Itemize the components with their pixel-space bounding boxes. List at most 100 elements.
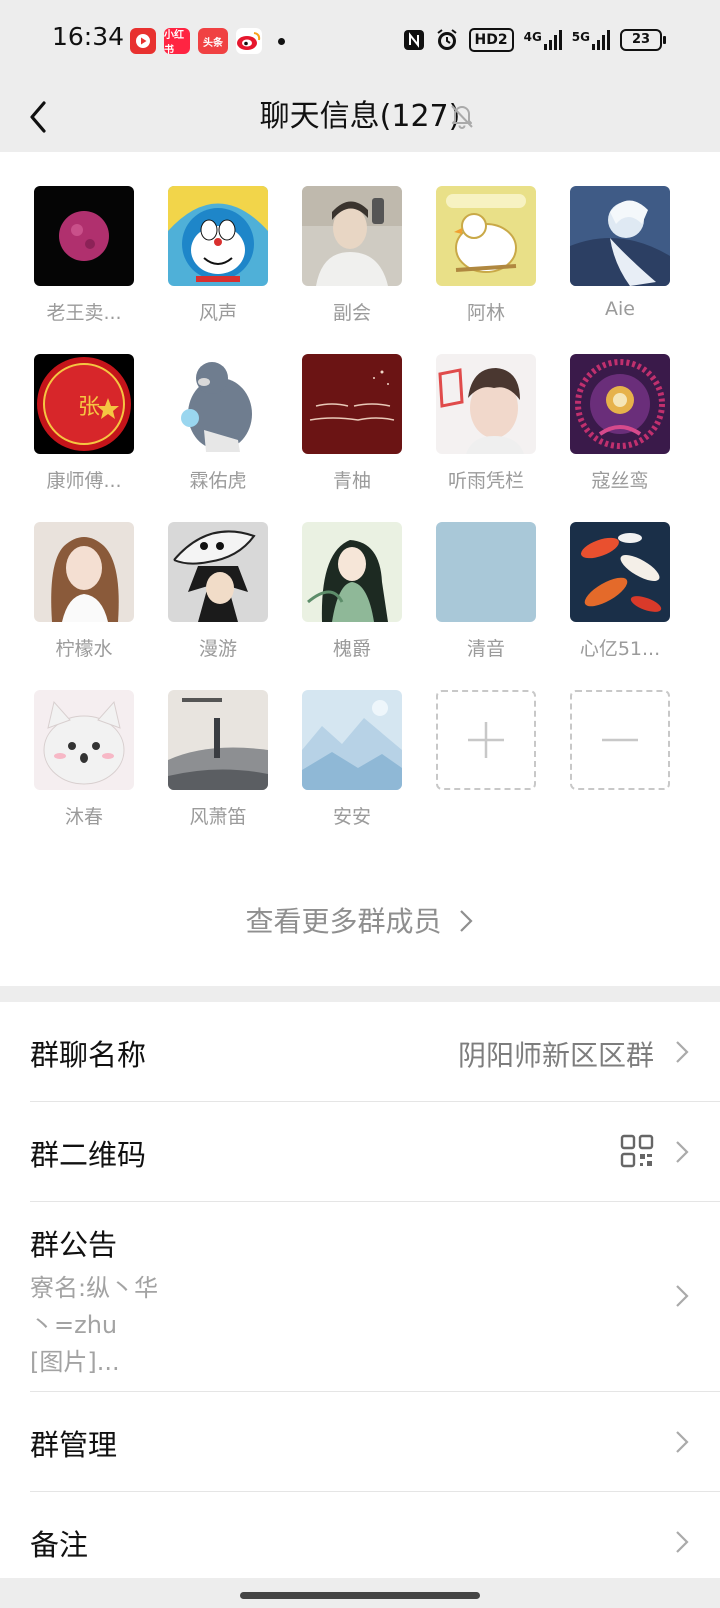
- member-avatar: [302, 690, 402, 790]
- battery-icon: 23: [620, 29, 666, 51]
- group-notice-content: 寮名:纵丶华 丶=zhu [图片]...: [30, 1270, 158, 1381]
- member-item[interactable]: 风萧笛: [158, 690, 278, 829]
- member-item[interactable]: 张 康师傅...: [24, 354, 144, 493]
- status-app-icons: 小红书 头条: [130, 28, 285, 56]
- member-section: 老王卖... 风声 副会 阿林 Aie 张 康师傅... 霖佑虎 青柚 听雨凭栏…: [0, 152, 720, 986]
- member-avatar: [302, 522, 402, 622]
- member-name: 安安: [332, 806, 371, 828]
- member-item[interactable]: Aie: [560, 186, 680, 320]
- chevron-right-icon: [676, 1041, 689, 1063]
- group-manage-row[interactable]: 群管理: [0, 1392, 720, 1492]
- member-item[interactable]: 清音: [426, 522, 546, 661]
- view-more-members[interactable]: 查看更多群成员: [0, 900, 720, 940]
- alarm-icon: [436, 29, 457, 50]
- member-avatar: [436, 354, 536, 454]
- notice-line: 寮名:纵丶华: [30, 1274, 159, 1302]
- signal-4g: 4G: [524, 30, 562, 50]
- notice-line: [图片]...: [30, 1348, 120, 1376]
- member-name: 漫游: [198, 638, 237, 660]
- member-name: 副会: [332, 302, 371, 324]
- notice-line: 丶=zhu: [30, 1311, 118, 1339]
- member-item[interactable]: 风声: [158, 186, 278, 325]
- chevron-right-icon: [460, 910, 474, 932]
- remove-member-button[interactable]: [560, 690, 680, 790]
- member-item[interactable]: 霖佑虎: [158, 354, 278, 493]
- member-avatar: [570, 354, 670, 454]
- nfc-icon: [403, 30, 424, 50]
- nav-bar: 聊天信息(127): [0, 82, 720, 152]
- page-title: 聊天信息(127): [259, 99, 461, 134]
- member-avatar: [168, 186, 268, 286]
- member-name: Aie: [605, 298, 635, 320]
- member-name: 风萧笛: [189, 806, 247, 828]
- chevron-right-icon: [676, 1431, 689, 1453]
- group-qr-label: 群二维码: [30, 1138, 147, 1172]
- status-indicators: HD2 4G 5G 23: [403, 28, 666, 52]
- group-name-row[interactable]: 群聊名称 阴阳师新区区群: [0, 1002, 720, 1102]
- chevron-right-icon: [676, 1285, 689, 1307]
- remove-member-tile[interactable]: [570, 690, 670, 790]
- member-item[interactable]: 听雨凭栏: [426, 354, 546, 493]
- member-avatar: [436, 186, 536, 286]
- chevron-right-icon: [676, 1531, 689, 1553]
- toutiao-app-icon: 头条: [198, 28, 228, 54]
- add-member-button[interactable]: [426, 690, 546, 790]
- member-avatar: [570, 522, 670, 622]
- member-item[interactable]: 老王卖...: [24, 186, 144, 325]
- remark-row[interactable]: 备注: [0, 1492, 720, 1578]
- group-notice-row[interactable]: 群公告 寮名:纵丶华 丶=zhu [图片]...: [0, 1202, 720, 1392]
- member-name: 柠檬水: [55, 638, 113, 660]
- video-app-icon: [130, 28, 156, 54]
- member-avatar: [570, 186, 670, 286]
- member-name: 老王卖...: [46, 302, 122, 324]
- member-item[interactable]: 安安: [292, 690, 412, 829]
- member-name: 心亿51...: [579, 638, 661, 660]
- chevron-right-icon: [676, 1141, 689, 1163]
- status-bar: 16:34 小红书 头条 HD2 4G 5G 23: [0, 0, 720, 82]
- member-item[interactable]: 柠檬水: [24, 522, 144, 661]
- member-name: 康师傅...: [46, 470, 122, 492]
- minus-icon: [602, 738, 638, 742]
- settings-list: 群聊名称 阴阳师新区区群 群二维码 群公告 寮名:纵丶华 丶=zhu [图片].…: [0, 1002, 720, 1578]
- member-item[interactable]: 漫游: [158, 522, 278, 661]
- status-time: 16:34: [52, 22, 125, 51]
- member-name: 听雨凭栏: [447, 470, 524, 492]
- member-avatar: [302, 186, 402, 286]
- group-manage-label: 群管理: [30, 1428, 118, 1462]
- hd-badge: HD2: [468, 28, 514, 52]
- member-avatar: 张: [34, 354, 134, 454]
- member-avatar: [34, 690, 134, 790]
- remark-label: 备注: [30, 1528, 89, 1562]
- member-name: 清音: [466, 638, 505, 660]
- xiaohongshu-app-icon: 小红书: [164, 28, 190, 56]
- weibo-app-icon: [236, 28, 262, 54]
- member-name: 沐春: [64, 806, 103, 828]
- member-avatar: [168, 354, 268, 454]
- view-more-label: 查看更多群成员: [245, 905, 442, 938]
- member-item[interactable]: 副会: [292, 186, 412, 325]
- group-qr-row[interactable]: 群二维码: [0, 1102, 720, 1202]
- member-name: 霖佑虎: [189, 470, 247, 492]
- member-avatar: [168, 690, 268, 790]
- member-item[interactable]: 槐爵: [292, 522, 412, 661]
- member-name: 阿林: [466, 302, 505, 324]
- member-item[interactable]: 沐春: [24, 690, 144, 829]
- member-item[interactable]: 寇丝鸾: [560, 354, 680, 493]
- member-item[interactable]: 阿林: [426, 186, 546, 325]
- member-item[interactable]: 心亿51...: [560, 522, 680, 661]
- member-item[interactable]: 青柚: [292, 354, 412, 493]
- signal-5g-label: 5G: [571, 30, 590, 44]
- signal-4g-label: 4G: [523, 30, 542, 44]
- member-name: 寇丝鸾: [591, 470, 649, 492]
- signal-bars-icon: [592, 30, 610, 50]
- member-avatar: [168, 522, 268, 622]
- member-avatar: [34, 186, 134, 286]
- qr-code-icon: [620, 1134, 654, 1168]
- signal-5g: 5G: [572, 30, 610, 50]
- home-indicator[interactable]: [240, 1592, 480, 1599]
- member-name: 风声: [198, 302, 237, 324]
- add-member-tile[interactable]: [436, 690, 536, 790]
- member-avatar: [436, 522, 536, 622]
- member-name: 青柚: [332, 470, 371, 492]
- gesture-bar-area: [0, 1578, 720, 1608]
